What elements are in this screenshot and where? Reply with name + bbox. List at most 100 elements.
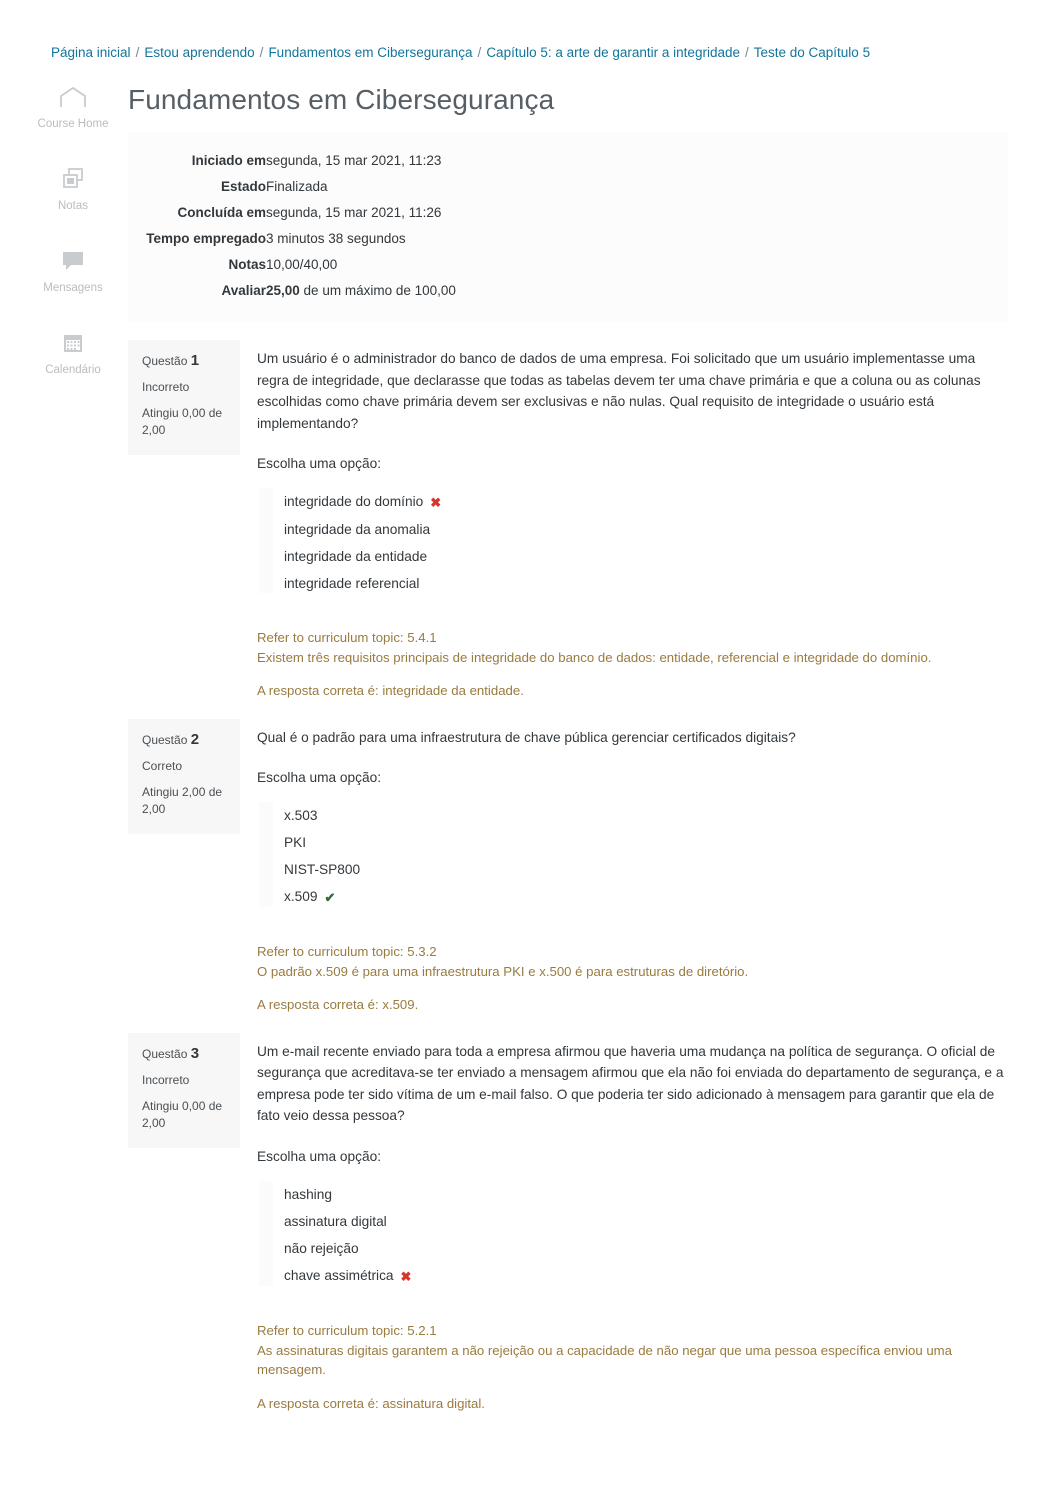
question-list: Questão 1 Incorreto Atingiu 0,00 de 2,00 Um… bbox=[128, 340, 1008, 1413]
summary-label: Tempo empregado bbox=[146, 231, 266, 246]
feedback-text: O padrão x.509 é para uma infraestrutura… bbox=[257, 963, 749, 979]
summary-label: Iniciado em bbox=[191, 153, 266, 168]
breadcrumb-item-2[interactable]: Fundamentos em Cibersegurança bbox=[268, 45, 472, 60]
answer-option[interactable]: x.509 ✔ bbox=[257, 883, 1008, 911]
sidebar-nav: Course Home Notas Mensagens Calendário bbox=[35, 82, 111, 410]
sidebar-item-mensagens[interactable]: Mensagens bbox=[35, 246, 111, 296]
summary-value: Finalizada bbox=[266, 179, 328, 194]
question-feedback: Refer to curriculum topic: 5.4.1 Existem … bbox=[257, 628, 1008, 701]
answer-option-label: NIST-SP800 bbox=[284, 862, 361, 878]
summary-value: segunda, 15 mar 2021, 11:26 bbox=[266, 205, 442, 220]
question-mark: Atingiu 0,00 de 2,00 bbox=[142, 1098, 223, 1130]
breadcrumb-item-0[interactable]: Página inicial bbox=[51, 45, 131, 60]
answer-option-label: integridade da entidade bbox=[284, 549, 428, 565]
question-state: Incorreto bbox=[142, 1072, 190, 1087]
answer-option[interactable]: hashing bbox=[257, 1181, 1008, 1208]
sidebar-item-label: Mensagens bbox=[43, 282, 103, 294]
incorrect-icon: ✖ bbox=[400, 1269, 412, 1285]
breadcrumb: Página inicial / Estou aprendendo / Fundamen… bbox=[0, 0, 1062, 62]
feedback-topic: Refer to curriculum topic: 5.3.2 bbox=[257, 944, 437, 960]
question-mark: Atingiu 0,00 de 2,00 bbox=[142, 406, 223, 437]
answer-option[interactable]: NIST-SP800 bbox=[257, 856, 1008, 883]
question-block: Questão 2 Correto Atingiu 2,00 de 2,00 Qual… bbox=[128, 718, 1008, 1015]
question-number: Questão 1 bbox=[142, 352, 228, 370]
answer-option[interactable]: assinatura digital bbox=[257, 1208, 1008, 1235]
table-row: Iniciado em segunda, 15 mar 2021, 11:23 bbox=[128, 150, 456, 176]
breadcrumb-separator: / bbox=[477, 45, 482, 60]
answer-option[interactable]: integridade referencial bbox=[257, 570, 1008, 597]
question-block: Questão 3 Incorreto Atingiu 0,00 de 2,00 Um… bbox=[128, 1032, 1008, 1413]
summary-value: 10,00/40,00 bbox=[266, 257, 338, 272]
attempt-summary-table: Iniciado em segunda, 15 mar 2021, 11:23 … bbox=[128, 150, 456, 306]
sidebar-item-calendario[interactable]: Calendário bbox=[35, 328, 111, 378]
summary-grade-label: Avaliar bbox=[221, 283, 266, 298]
feedback-correct-answer: A resposta correta é: integridade da ent… bbox=[257, 683, 524, 699]
feedback-topic: Refer to curriculum topic: 5.2.1 bbox=[257, 1323, 437, 1339]
grade-number: 25,00 bbox=[266, 283, 300, 298]
answer-option[interactable]: integridade do domínio ✖ bbox=[257, 488, 1008, 516]
summary-label: Concluída em bbox=[177, 205, 266, 220]
answer-option-label: hashing bbox=[284, 1187, 332, 1203]
feedback-correct-answer: A resposta correta é: assinatura digital… bbox=[257, 1395, 485, 1411]
table-row: Avaliar 25,00 de um máximo de 100,00 bbox=[128, 280, 456, 306]
answer-option[interactable]: chave assimétrica ✖ bbox=[257, 1262, 1008, 1290]
table-row: Estado Finalizada bbox=[128, 176, 456, 202]
question-info: Questão 2 Correto Atingiu 2,00 de 2,00 bbox=[128, 718, 240, 834]
summary-label: Notas bbox=[228, 257, 266, 272]
answer-options: x.503 PKI NIST-SP800 x.509 ✔ bbox=[257, 802, 1008, 911]
question-feedback: Refer to curriculum topic: 5.3.2 O padrão… bbox=[257, 942, 1008, 1015]
question-prompt: Escolha uma opção: bbox=[257, 456, 382, 471]
breadcrumb-separator: / bbox=[135, 45, 140, 60]
breadcrumb-item-3[interactable]: Capítulo 5: a arte de garantir a integri… bbox=[486, 45, 740, 60]
answer-option-label: integridade referencial bbox=[284, 576, 420, 592]
sidebar-item-notas[interactable]: Notas bbox=[35, 164, 111, 214]
answer-option[interactable]: integridade da entidade bbox=[257, 543, 1008, 570]
question-mark: Atingiu 2,00 de 2,00 bbox=[142, 784, 223, 816]
breadcrumb-item-current: Teste do Capítulo 5 bbox=[753, 45, 871, 60]
main-content: Fundamentos em Cibersegurança Iniciado e… bbox=[128, 62, 1008, 1413]
answer-option-label: PKI bbox=[284, 835, 307, 851]
answer-options: integridade do domínio ✖ integridade da an… bbox=[257, 488, 1008, 597]
answer-option[interactable]: x.503 bbox=[257, 802, 1008, 829]
table-row: Notas 10,00/40,00 bbox=[128, 254, 456, 280]
question-number-label: Questão bbox=[142, 732, 188, 747]
question-state: Incorreto bbox=[142, 380, 190, 394]
question-number: Questão 3 bbox=[142, 1045, 228, 1063]
answer-option[interactable]: não rejeição bbox=[257, 1235, 1008, 1262]
summary-grade-value: 25,00 de um máximo de 100,00 bbox=[266, 280, 456, 306]
grades-icon bbox=[35, 164, 111, 194]
breadcrumb-item-1[interactable]: Estou aprendendo bbox=[144, 45, 254, 60]
feedback-correct-answer: A resposta correta é: x.509. bbox=[257, 997, 419, 1013]
question-number-value: 2 bbox=[190, 730, 200, 748]
question-text: Um usuário é o administrador do banco de… bbox=[257, 351, 981, 431]
sidebar-item-label: Calendário bbox=[45, 364, 101, 376]
summary-value: segunda, 15 mar 2021, 11:23 bbox=[266, 153, 442, 168]
question-body: Um usuário é o administrador do banco de… bbox=[240, 340, 1008, 701]
page-title: Fundamentos em Cibersegurança bbox=[128, 84, 555, 115]
calendar-icon bbox=[35, 328, 111, 358]
answer-option-label: assinatura digital bbox=[284, 1214, 387, 1230]
answer-option-label: integridade do domínio bbox=[284, 494, 424, 510]
question-body: Qual é o padrão para uma infraestrutura … bbox=[240, 719, 1008, 1015]
question-number: Questão 2 bbox=[142, 731, 228, 749]
question-block: Questão 1 Incorreto Atingiu 0,00 de 2,00 Um… bbox=[128, 340, 1008, 701]
question-state: Correto bbox=[142, 758, 183, 773]
question-text: Qual é o padrão para uma infraestrutura … bbox=[257, 729, 796, 745]
sidebar-item-label: Notas bbox=[57, 200, 89, 212]
answer-option-label: integridade da anomalia bbox=[284, 522, 431, 538]
incorrect-icon: ✖ bbox=[430, 495, 442, 511]
question-prompt: Escolha uma opção: bbox=[257, 770, 382, 786]
question-body: Um e-mail recente enviado para toda a em… bbox=[240, 1033, 1008, 1413]
answer-option[interactable]: PKI bbox=[257, 829, 1008, 856]
feedback-text: Existem três requisitos principais de in… bbox=[257, 649, 932, 665]
question-number-value: 1 bbox=[190, 352, 200, 369]
question-prompt: Escolha uma opção: bbox=[257, 1148, 382, 1164]
feedback-topic: Refer to curriculum topic: 5.4.1 bbox=[257, 630, 437, 646]
correct-icon: ✔ bbox=[324, 890, 336, 906]
sidebar-item-course-home[interactable]: Course Home bbox=[35, 82, 111, 132]
table-row: Concluída em segunda, 15 mar 2021, 11:26 bbox=[128, 202, 456, 228]
answer-option[interactable]: integridade da anomalia bbox=[257, 516, 1008, 543]
question-info: Questão 3 Incorreto Atingiu 0,00 de 2,00 bbox=[128, 1032, 240, 1148]
breadcrumb-separator: / bbox=[259, 45, 264, 60]
question-info: Questão 1 Incorreto Atingiu 0,00 de 2,00 bbox=[128, 340, 240, 455]
